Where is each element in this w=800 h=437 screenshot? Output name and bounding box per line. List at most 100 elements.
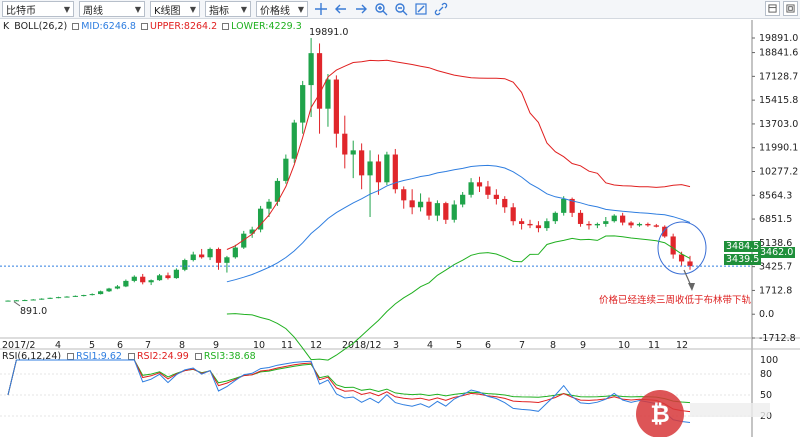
time-axis-label: 5 xyxy=(456,340,462,351)
time-axis-label: 6 xyxy=(117,340,123,351)
time-axis-label: 9 xyxy=(213,340,219,351)
price-axis-label: 6851.5 xyxy=(759,214,792,225)
candle-body xyxy=(678,254,685,262)
candle-body xyxy=(611,215,617,222)
candle-body xyxy=(224,257,230,263)
time-axis-label: 9 xyxy=(580,340,586,351)
price-axis-label: 15415.8 xyxy=(759,95,798,106)
watermark-text-block xyxy=(690,403,770,417)
low-label-pointer xyxy=(13,301,21,307)
price-axis-label: 17128.7 xyxy=(759,71,798,82)
candle-body xyxy=(5,300,11,302)
candle-body xyxy=(535,225,542,229)
candle-body xyxy=(333,79,339,134)
bitcoin-logo-icon: ₿ xyxy=(636,390,684,437)
rsi-axis-label: 80 xyxy=(760,369,772,380)
candle-body xyxy=(140,276,146,283)
price-axis-label: 8564.3 xyxy=(759,190,792,201)
candle-body xyxy=(266,201,272,209)
candle-body xyxy=(114,286,121,289)
candle-body xyxy=(468,182,474,195)
candle-body xyxy=(392,154,398,190)
rsi-axis-label: 100 xyxy=(760,355,778,366)
candle-body xyxy=(316,53,323,109)
time-axis-label: 2018/12 xyxy=(342,340,381,351)
price-chart[interactable]: 19891.018841.617128.715415.813703.011990… xyxy=(0,0,800,437)
candle-body xyxy=(148,280,154,283)
candle-body xyxy=(620,215,626,223)
candle-body xyxy=(417,201,424,208)
candle-body xyxy=(199,254,205,258)
lower-price-tag: 3439.5 xyxy=(724,254,762,265)
candle-body xyxy=(89,294,95,296)
candle-body xyxy=(72,295,78,297)
time-axis-label: 7 xyxy=(145,340,151,351)
candle-body xyxy=(131,276,137,281)
candle-body xyxy=(645,223,651,226)
annotation-ellipse xyxy=(657,221,707,275)
time-axis-label: 7 xyxy=(519,340,525,351)
last-price-tag: 3462.0 xyxy=(758,247,796,258)
candle-body xyxy=(123,280,129,287)
candle-body xyxy=(283,158,289,181)
annotation-arrow-head xyxy=(688,283,695,291)
time-axis-label: 2017/2 xyxy=(2,340,35,351)
candle-body xyxy=(22,300,28,302)
candle-body xyxy=(156,275,163,281)
candle-body xyxy=(653,225,659,227)
time-axis-label: 8 xyxy=(179,340,185,351)
candle-body xyxy=(300,85,306,123)
candle-body xyxy=(232,247,238,258)
boll-mid-line xyxy=(226,164,691,283)
candle-body xyxy=(39,298,45,300)
candle-body xyxy=(527,223,533,226)
candle-body xyxy=(384,154,390,183)
upper-price-tag: 3484.5 xyxy=(724,241,762,252)
candle-body xyxy=(518,221,525,224)
price-axis-label: 10277.2 xyxy=(759,167,798,178)
price-axis-label: -1712.8 xyxy=(759,333,796,344)
candle-body xyxy=(443,203,449,220)
time-axis-label: 4 xyxy=(55,340,61,351)
candle-body xyxy=(215,248,222,263)
time-axis-label: 11 xyxy=(281,340,293,351)
candle-body xyxy=(47,297,53,299)
candle-body xyxy=(434,203,441,216)
candle-body xyxy=(173,269,180,279)
candle-body xyxy=(30,299,36,301)
candle-body xyxy=(207,248,213,258)
time-axis-label: 6 xyxy=(485,340,491,351)
candle-body xyxy=(577,212,584,224)
candle-body xyxy=(460,194,466,205)
candle-body xyxy=(367,161,373,176)
candle-body xyxy=(687,261,693,267)
price-axis-label: 3425.7 xyxy=(759,262,792,273)
candle-body xyxy=(165,275,171,279)
candle-body xyxy=(544,221,550,229)
candle-body xyxy=(409,200,415,208)
candle-body xyxy=(81,295,87,297)
candle-body xyxy=(64,296,70,298)
candle-body xyxy=(342,133,348,155)
time-axis-label: 11 xyxy=(648,340,660,351)
time-axis-label: 4 xyxy=(427,340,433,351)
candle-body xyxy=(636,223,643,226)
candle-body xyxy=(552,212,558,222)
candle-body xyxy=(485,186,491,195)
time-axis-label: 3 xyxy=(393,340,399,351)
time-axis-label: 12 xyxy=(676,340,688,351)
candle-body xyxy=(493,194,499,199)
candle-body xyxy=(670,236,676,255)
candle-body xyxy=(476,182,483,187)
price-axis-label: 1712.8 xyxy=(759,285,792,296)
candle-body xyxy=(628,222,634,226)
candle-body xyxy=(594,223,600,226)
candle-body xyxy=(106,288,112,292)
candle-body xyxy=(451,204,457,220)
candle-body xyxy=(308,53,314,86)
candle-body xyxy=(182,260,188,270)
annotation-text: 价格已经连续三周收低于布林带下轨 xyxy=(599,295,752,306)
candle-body xyxy=(325,79,331,109)
candle-body xyxy=(13,300,20,302)
time-axis-label: 10 xyxy=(253,340,265,351)
